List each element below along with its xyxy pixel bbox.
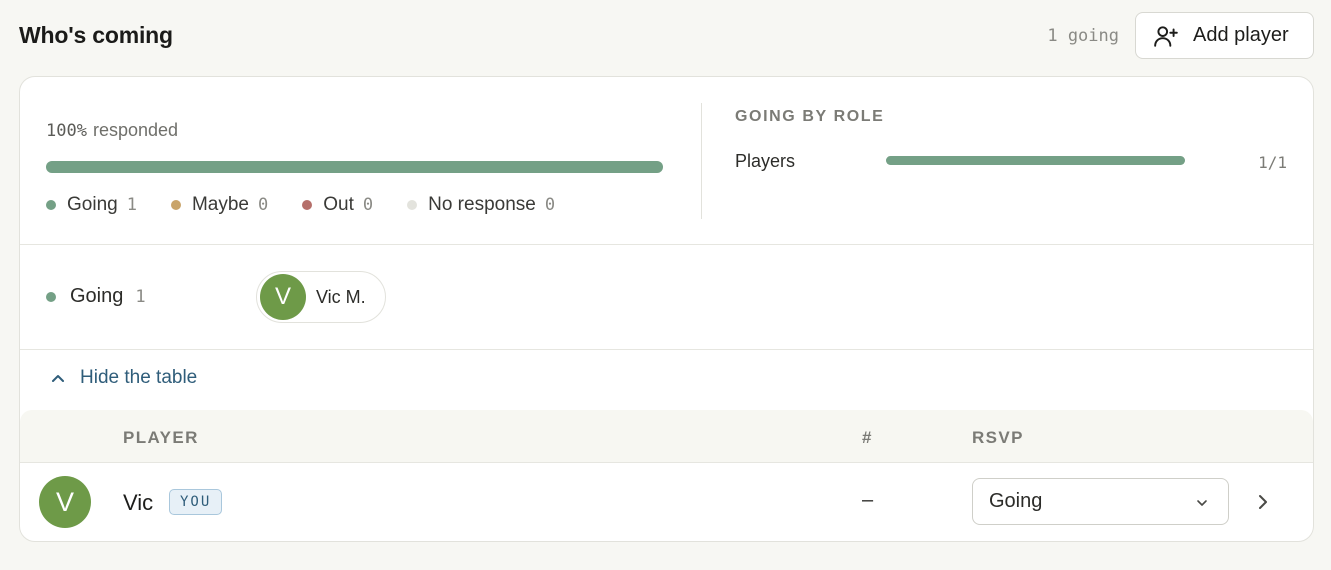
responded-percent: 100%	[46, 121, 87, 141]
responded-progress-fill	[46, 161, 663, 173]
going-by-role-heading: GOING BY ROLE	[735, 108, 885, 125]
response-summary: 100% responded Going 1 Maybe 0 Out 0 No …	[20, 77, 1313, 245]
rsvp-legend: Going 1 Maybe 0 Out 0 No response 0	[46, 194, 589, 216]
legend-label: No response	[428, 194, 536, 215]
attendance-card: 100% responded Going 1 Maybe 0 Out 0 No …	[19, 76, 1314, 542]
group-label: Going 1	[46, 285, 146, 308]
role-name-players: Players	[735, 151, 796, 171]
add-player-button[interactable]: Add player	[1135, 12, 1314, 59]
add-user-icon	[1154, 25, 1178, 47]
legend-item-out: Out 0	[302, 194, 373, 216]
table-header: PLAYER # RSVP	[20, 410, 1313, 463]
role-progress-bar	[886, 156, 1185, 165]
rsvp-select[interactable]: Going	[972, 478, 1229, 525]
player-number: –	[862, 489, 874, 511]
legend-item-going: Going 1	[46, 194, 137, 216]
chevron-right-icon[interactable]	[1253, 491, 1273, 513]
legend-label: Out	[323, 194, 354, 215]
add-player-label: Add player	[1193, 24, 1289, 46]
summary-divider	[701, 103, 702, 219]
out-dot-icon	[302, 200, 313, 210]
going-count: 1 going	[1047, 26, 1119, 46]
column-header-player: PLAYER	[123, 428, 199, 447]
legend-count: 0	[362, 195, 374, 215]
role-progress-fill	[886, 156, 1185, 165]
responded-progress-bar	[46, 161, 663, 173]
going-group: Going 1 V Vic M.	[20, 245, 1313, 350]
maybe-dot-icon	[170, 200, 181, 210]
group-label-text: Going	[70, 285, 124, 307]
responded-label: responded	[92, 120, 179, 140]
legend-count: 1	[126, 195, 137, 215]
table-row: V Vic YOU – Going	[20, 463, 1313, 541]
you-badge: YOU	[169, 489, 223, 515]
legend-item-no-response: No response 0	[407, 194, 555, 216]
player-name: Vic	[123, 490, 154, 515]
rsvp-value: Going	[989, 490, 1043, 512]
avatar: V	[39, 476, 91, 528]
going-dot-icon	[46, 291, 56, 302]
member-name: Vic M.	[316, 286, 366, 307]
legend-count: 0	[544, 195, 556, 215]
group-count: 1	[135, 286, 146, 307]
responded-line: 100% responded	[46, 120, 178, 141]
section-title: Who's coming	[19, 22, 173, 48]
legend-label: Going	[67, 194, 118, 215]
legend-item-maybe: Maybe 0	[170, 194, 269, 216]
chevron-up-icon	[52, 375, 64, 382]
section-header: Who's coming 1 going Add player	[0, 0, 1331, 72]
member-chip[interactable]: V Vic M.	[256, 271, 386, 323]
going-dot-icon	[46, 200, 56, 210]
column-header-rsvp: RSVP	[972, 428, 1024, 447]
chevron-down-icon	[1197, 500, 1207, 506]
hide-table-toggle[interactable]: Hide the table	[48, 367, 197, 389]
avatar: V	[260, 274, 306, 320]
hide-table-label: Hide the table	[80, 367, 198, 388]
legend-count: 0	[257, 195, 269, 215]
column-header-number: #	[862, 428, 873, 447]
role-count: 1/1	[1258, 153, 1287, 172]
no-response-dot-icon	[407, 200, 418, 210]
legend-label: Maybe	[191, 194, 249, 215]
